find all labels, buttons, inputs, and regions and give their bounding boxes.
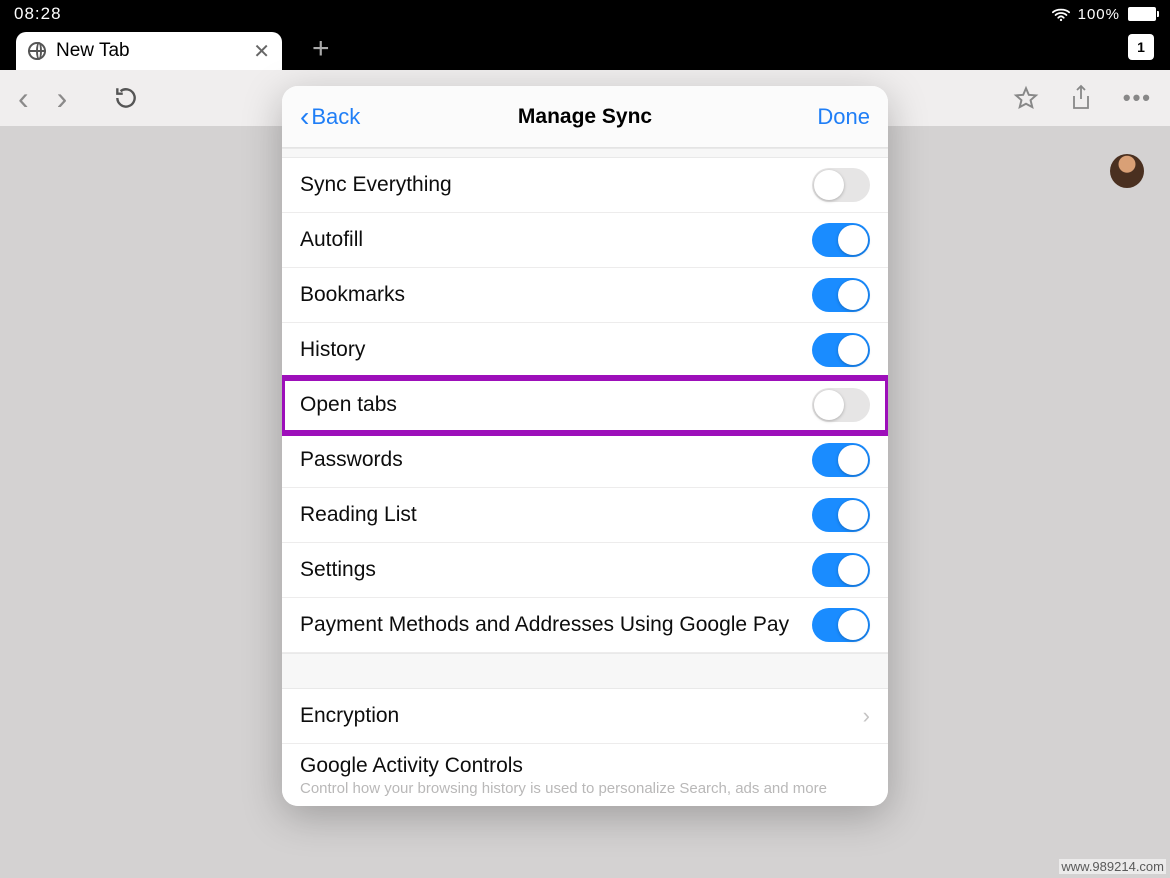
row-autofill[interactable]: Autofill	[282, 213, 888, 268]
toggle-passwords[interactable]	[812, 443, 870, 477]
row-label: Open tabs	[300, 393, 397, 417]
forward-icon[interactable]: ›	[57, 80, 68, 117]
toggle-autofill[interactable]	[812, 223, 870, 257]
sheet-body[interactable]: Sync Everything Autofill Bookmarks Histo…	[282, 148, 888, 806]
new-tab-button[interactable]: +	[312, 32, 330, 66]
chevron-left-icon: ‹	[300, 103, 309, 131]
row-history[interactable]: History	[282, 323, 888, 378]
toggle-history[interactable]	[812, 333, 870, 367]
status-time: 08:28	[14, 4, 62, 24]
row-google-activity-controls[interactable]: Google Activity Controls Control how you…	[282, 744, 888, 806]
status-right: 100%	[1052, 6, 1156, 23]
row-label: Sync Everything	[300, 173, 452, 197]
close-tab-icon[interactable]: ✕	[253, 39, 270, 64]
bookmark-star-icon[interactable]	[1013, 85, 1039, 111]
browser-tab-strip: New Tab ✕ + 1	[0, 28, 1170, 70]
toggle-settings-sync[interactable]	[812, 553, 870, 587]
battery-percent: 100%	[1078, 6, 1120, 23]
toggle-payment-methods[interactable]	[812, 608, 870, 642]
back-icon[interactable]: ‹	[18, 80, 29, 117]
page-content: ‹ Back Manage Sync Done Sync Everything …	[0, 126, 1170, 878]
row-label: Encryption	[300, 704, 399, 728]
row-label: Bookmarks	[300, 283, 405, 307]
row-label: Settings	[300, 558, 376, 582]
row-bookmarks[interactable]: Bookmarks	[282, 268, 888, 323]
profile-avatar[interactable]	[1110, 154, 1144, 188]
row-settings[interactable]: Settings	[282, 543, 888, 598]
toggle-open-tabs[interactable]	[812, 388, 870, 422]
done-button[interactable]: Done	[817, 104, 870, 130]
row-label: Google Activity Controls	[300, 754, 523, 778]
ios-status-bar: 08:28 100%	[0, 0, 1170, 28]
toggle-reading-list[interactable]	[812, 498, 870, 532]
row-label: Autofill	[300, 228, 363, 252]
tab-title: New Tab	[56, 40, 243, 62]
row-label: Reading List	[300, 503, 417, 527]
more-menu-icon[interactable]: •••	[1123, 85, 1152, 111]
row-passwords[interactable]: Passwords	[282, 433, 888, 488]
row-open-tabs[interactable]: Open tabs	[282, 378, 888, 433]
back-button[interactable]: ‹ Back	[300, 103, 360, 131]
row-payment-methods[interactable]: Payment Methods and Addresses Using Goog…	[282, 598, 888, 653]
browser-tab-active[interactable]: New Tab ✕	[16, 32, 282, 70]
tab-switcher-button[interactable]: 1	[1128, 34, 1154, 60]
row-reading-list[interactable]: Reading List	[282, 488, 888, 543]
toggle-bookmarks[interactable]	[812, 278, 870, 312]
row-label: History	[300, 338, 365, 362]
back-label: Back	[311, 104, 360, 130]
row-encryption[interactable]: Encryption ›	[282, 689, 888, 744]
row-sync-everything[interactable]: Sync Everything	[282, 158, 888, 213]
sheet-title: Manage Sync	[518, 105, 652, 129]
toggle-sync-everything[interactable]	[812, 168, 870, 202]
share-icon[interactable]	[1069, 84, 1093, 112]
manage-sync-sheet: ‹ Back Manage Sync Done Sync Everything …	[282, 86, 888, 806]
wifi-icon	[1052, 7, 1070, 21]
sheet-header: ‹ Back Manage Sync Done	[282, 86, 888, 148]
globe-icon	[28, 42, 46, 60]
reload-icon[interactable]	[113, 85, 139, 111]
row-label: Passwords	[300, 448, 403, 472]
row-subtitle: Control how your browsing history is use…	[300, 780, 827, 804]
row-label: Payment Methods and Addresses Using Goog…	[300, 613, 789, 637]
battery-icon	[1128, 7, 1156, 21]
watermark: www.989214.com	[1059, 859, 1166, 874]
chevron-right-icon: ›	[863, 703, 870, 729]
